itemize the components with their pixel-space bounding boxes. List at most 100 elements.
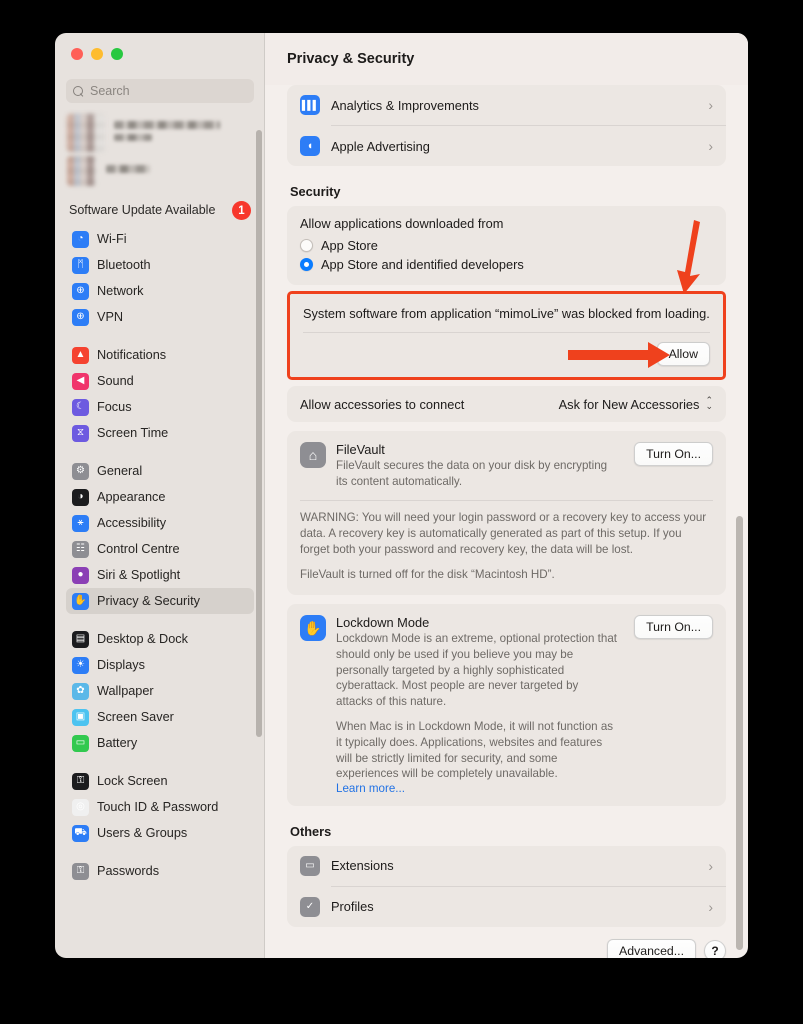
sidebar-scrollbar[interactable] [256,130,262,737]
sidebar-item-network[interactable]: ⊕ Network [66,278,254,304]
sidebar: Search Software Update Available 1 ◔ Wi-F… [55,33,265,958]
account-section[interactable] [55,114,265,186]
screen-time-icon: ⧖ [72,424,89,442]
close-button[interactable] [71,48,83,60]
filevault-turn-on-button[interactable]: Turn On... [634,442,713,466]
chevron-right-icon: › [708,138,713,154]
sidebar-item-users-groups[interactable]: ⛟ Users & Groups [66,820,254,846]
sidebar-item-desktop-dock[interactable]: ▤ Desktop & Dock [66,626,254,652]
sidebar-item-label: VPN [97,310,124,324]
settings-content: ▌▌▌ Analytics & Improvements › ◖ Apple A… [265,85,748,958]
lockdown-turn-on-button[interactable]: Turn On... [634,615,713,640]
row-label: Apple Advertising [331,138,430,154]
option-app-store[interactable]: App Store [300,236,713,255]
sidebar-item-vpn[interactable]: ⊕ VPN [66,304,254,330]
sidebar-item-battery[interactable]: ▭ Battery [66,730,254,756]
sidebar-item-general[interactable]: ⚙ General [66,458,254,484]
radio-button[interactable] [300,239,313,252]
filevault-icon: ⌂ [300,442,326,468]
allow-button[interactable]: Allow [656,342,710,366]
sidebar-item-touch-id-password[interactable]: ◎ Touch ID & Password [66,794,254,820]
secondary-account-row[interactable] [67,156,253,186]
accessories-dropdown[interactable]: Ask for New Accessories ⌃ ⌄ [559,396,713,411]
sidebar-item-appearance[interactable]: ◑ Appearance [66,484,254,510]
sidebar-group: ⚙ General ◑ Appearance ⚹ Accessibility ☷ Contro… [66,458,254,614]
row-analytics-improvements[interactable]: ▌▌▌ Analytics & Improvements › [287,85,726,125]
sound-icon: ◀ [72,372,89,390]
sidebar-item-screen-time[interactable]: ⧖ Screen Time [66,420,254,446]
radio-button-selected[interactable] [300,258,313,271]
touch-id-icon: ◎ [72,798,89,816]
notifications-icon: ▲ [72,346,89,364]
sidebar-item-screen-saver[interactable]: ▣ Screen Saver [66,704,254,730]
sidebar-item-privacy-security[interactable]: ✋ Privacy & Security [66,588,254,614]
option-label: App Store [321,238,378,253]
filevault-title: FileVault [336,442,385,457]
main-scrollbar[interactable] [736,516,743,950]
focus-icon: ☾ [72,398,89,416]
lockdown-mode-icon: ✋ [300,615,326,642]
bluetooth-icon: ᛗ [72,256,89,274]
option-app-store-identified-developers[interactable]: App Store and identified developers [300,255,713,274]
sidebar-item-label: Screen Time [97,426,169,440]
users-groups-icon: ⛟ [72,824,89,842]
lockdown-learn-more-link[interactable]: Learn more... [336,782,618,795]
sidebar-item-displays[interactable]: ☀ Displays [66,652,254,678]
row-extensions[interactable]: ▭ Extensions › [287,846,726,886]
sidebar-item-bluetooth[interactable]: ᛗ Bluetooth [66,252,254,278]
chevron-right-icon: › [708,857,713,874]
row-profiles[interactable]: ✓ Profiles › [287,887,726,927]
window-controls[interactable] [55,33,265,60]
sidebar-group: ⚿ Lock Screen ◎ Touch ID & Password ⛟ Users &… [66,768,254,846]
sidebar-item-lock-screen[interactable]: ⚿ Lock Screen [66,768,254,794]
chevron-right-icon: › [708,898,713,915]
software-update-item[interactable]: Software Update Available 1 [55,190,265,226]
sidebar-item-label: Bluetooth [97,258,151,272]
extensions-icon: ▭ [300,855,320,876]
minimize-button[interactable] [91,48,103,60]
sidebar-item-notifications[interactable]: ▲ Notifications [66,342,254,368]
sidebar-item-accessibility[interactable]: ⚹ Accessibility [66,510,254,536]
allow-accessories-row[interactable]: Allow accessories to connect Ask for New… [287,386,726,422]
sidebar-group: ▲ Notifications ◀ Sound ☾ Focus ⧖ Screen Time [66,342,254,446]
sidebar-item-control-centre[interactable]: ☷ Control Centre [66,536,254,562]
sidebar-item-label: Touch ID & Password [97,800,219,814]
main-titlebar: Privacy & Security [265,33,748,85]
advanced-button[interactable]: Advanced... [607,938,696,958]
option-label: App Store and identified developers [321,257,524,272]
sidebar-item-label: Accessibility [97,516,167,530]
row-label: Extensions [331,858,394,874]
zoom-button[interactable] [111,48,123,60]
row-label: Analytics & Improvements [331,97,479,113]
vpn-icon: ⊕ [72,308,89,326]
allow-apps-card: Allow applications downloaded from App S… [287,206,726,285]
sidebar-item-passwords[interactable]: ⚿ Passwords [66,858,254,884]
privacy-security-icon: ✋ [72,592,89,610]
security-heading: Security [290,184,341,199]
sidebar-item-label: Desktop & Dock [97,632,188,646]
passwords-icon: ⚿ [72,862,89,880]
control-centre-icon: ☷ [72,540,89,558]
help-button[interactable]: ? [704,939,726,958]
sidebar-item-label: Wi-Fi [97,232,127,246]
main-panel: Privacy & Security ▌▌▌ Analytics & Impro… [265,33,748,958]
sidebar-item-wallpaper[interactable]: ✿ Wallpaper [66,678,254,704]
account-name-blurred [114,120,253,146]
primary-account-row[interactable] [67,114,253,152]
blocked-software-message: System software from application “mimoLi… [303,306,710,321]
sidebar-item-label: Siri & Spotlight [97,568,181,582]
software-update-label: Software Update Available [69,202,216,217]
sidebar-item-wi-fi[interactable]: ◔ Wi-Fi [66,226,254,252]
row-apple-advertising[interactable]: ◖ Apple Advertising › [287,126,726,166]
footer-bar: Advanced... ? [287,938,726,958]
row-label: Profiles [331,899,374,915]
sidebar-group: ▤ Desktop & Dock ☀ Displays ✿ Wallpaper ▣ Scree… [66,626,254,756]
sidebar-item-sound[interactable]: ◀ Sound [66,368,254,394]
sidebar-item-label: Network [97,284,144,298]
sidebar-item-siri-spotlight[interactable]: ● Siri & Spotlight [66,562,254,588]
wallpaper-icon: ✿ [72,682,89,700]
allow-accessories-label: Allow accessories to connect [300,396,465,412]
allow-apps-label: Allow applications downloaded from [300,216,504,231]
sidebar-item-focus[interactable]: ☾ Focus [66,394,254,420]
search-input[interactable]: Search [66,79,254,103]
